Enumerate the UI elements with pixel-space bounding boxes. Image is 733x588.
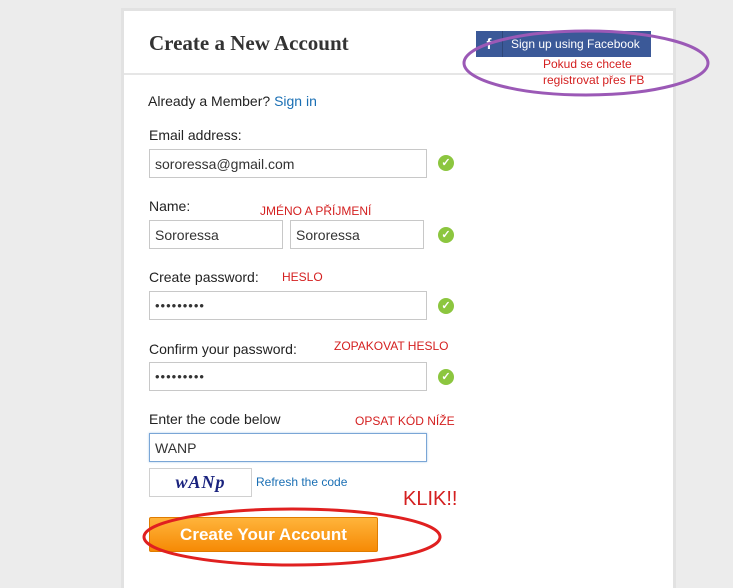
captcha-image: wANp <box>149 468 252 497</box>
facebook-annotation-line2: registrovat přes FB <box>543 73 645 87</box>
submit-annotation: KLIK!! <box>403 488 458 510</box>
confirm-password-valid-check-icon: ✓ <box>438 369 454 385</box>
email-valid-check-icon: ✓ <box>438 155 454 171</box>
confirm-password-field[interactable] <box>149 362 427 391</box>
captcha-code-field[interactable] <box>149 433 427 462</box>
email-field[interactable] <box>149 149 427 178</box>
password-field[interactable] <box>149 291 427 320</box>
facebook-annotation-line1: Pokud se chcete <box>543 57 632 71</box>
facebook-icon: f <box>476 31 503 57</box>
email-label: Email address: <box>149 127 242 143</box>
code-annotation: OPSAT KÓD NÍŽE <box>355 414 455 428</box>
page-title: Create a New Account <box>149 31 349 55</box>
first-name-field[interactable] <box>149 220 283 249</box>
create-account-button[interactable]: Create Your Account <box>149 517 378 552</box>
password-annotation: HESLO <box>282 270 323 284</box>
refresh-code-link[interactable]: Refresh the code <box>256 475 347 489</box>
password-valid-check-icon: ✓ <box>438 298 454 314</box>
sign-in-link[interactable]: Sign in <box>274 93 317 109</box>
facebook-signup-label: Sign up using Facebook <box>511 37 640 51</box>
facebook-signup-button[interactable]: f Sign up using Facebook <box>476 31 651 57</box>
last-name-field[interactable] <box>290 220 424 249</box>
password-label: Create password: <box>149 269 259 285</box>
code-label: Enter the code below <box>149 411 281 427</box>
confirm-annotation: ZOPAKOVAT HESLO <box>334 339 449 353</box>
name-annotation: JMÉNO A PŘÍJMENÍ <box>260 204 372 218</box>
facebook-annotation: Pokud se chcete registrovat přes FB <box>543 56 644 88</box>
already-member-text: Already a Member? <box>148 93 271 109</box>
name-valid-check-icon: ✓ <box>438 227 454 243</box>
name-label: Name: <box>149 198 191 214</box>
confirm-password-label: Confirm your password: <box>149 341 297 357</box>
already-member-row: Already a Member? Sign in <box>148 93 317 109</box>
